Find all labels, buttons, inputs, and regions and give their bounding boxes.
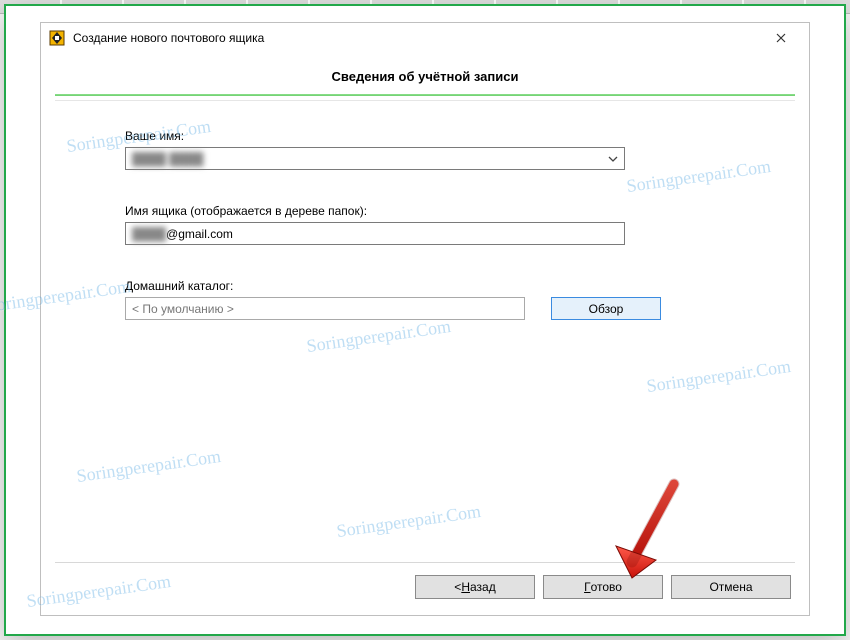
browse-button[interactable]: Обзор xyxy=(551,297,661,320)
back-button-mnemonic: Н xyxy=(461,580,470,594)
finish-button[interactable]: Готово xyxy=(543,575,663,599)
cancel-button[interactable]: Отмена xyxy=(671,575,791,599)
mailbox-name-input[interactable]: ████@gmail.com xyxy=(125,222,625,245)
mailbox-name-field: Имя ящика (отображается в дереве папок):… xyxy=(125,204,755,245)
dialog-client: Сведения об учётной записи Ваше имя: ███… xyxy=(41,53,809,615)
your-name-combobox[interactable]: ████ ████ xyxy=(125,147,625,170)
close-icon xyxy=(776,33,786,43)
thin-separator xyxy=(55,100,795,101)
page-heading: Сведения об учётной записи xyxy=(55,63,795,94)
cancel-button-label: Отмена xyxy=(709,580,752,594)
dialog-window: Создание нового почтового ящика Сведения… xyxy=(40,22,810,616)
your-name-field: Ваше имя: ████ ████ xyxy=(125,129,755,170)
chevron-down-icon xyxy=(602,156,624,162)
back-button-rest: азад xyxy=(470,580,496,594)
titlebar: Создание нового почтового ящика xyxy=(41,23,809,53)
home-catalog-input[interactable]: < По умолчанию > xyxy=(125,297,525,320)
bottom-separator xyxy=(55,562,795,563)
highlight-border: Создание нового почтового ящика Сведения… xyxy=(4,4,846,636)
mailbox-name-label: Имя ящика (отображается в дереве папок): xyxy=(125,204,755,218)
mailbox-name-prefix: ████ xyxy=(132,227,166,241)
form-area: Ваше имя: ████ ████ Имя ящика (отображае… xyxy=(55,129,795,320)
home-catalog-label: Домашний каталог: xyxy=(125,279,755,293)
mailbox-name-suffix: @gmail.com xyxy=(166,227,233,241)
home-catalog-field: Домашний каталог: < По умолчанию > Обзор xyxy=(125,279,755,320)
window-title: Создание нового почтового ящика xyxy=(73,31,761,45)
home-catalog-value: < По умолчанию > xyxy=(132,302,234,316)
wizard-button-row: < Назад Готово Отмена xyxy=(415,575,791,599)
your-name-label: Ваше имя: xyxy=(125,129,755,143)
close-button[interactable] xyxy=(761,24,801,52)
finish-button-rest: отово xyxy=(591,580,622,594)
your-name-value: ████ ████ xyxy=(126,152,602,166)
app-icon xyxy=(49,30,65,46)
accent-separator xyxy=(55,94,795,96)
back-button-prefix: < xyxy=(454,580,461,594)
back-button[interactable]: < Назад xyxy=(415,575,535,599)
browse-button-label: Обзор xyxy=(589,302,624,316)
